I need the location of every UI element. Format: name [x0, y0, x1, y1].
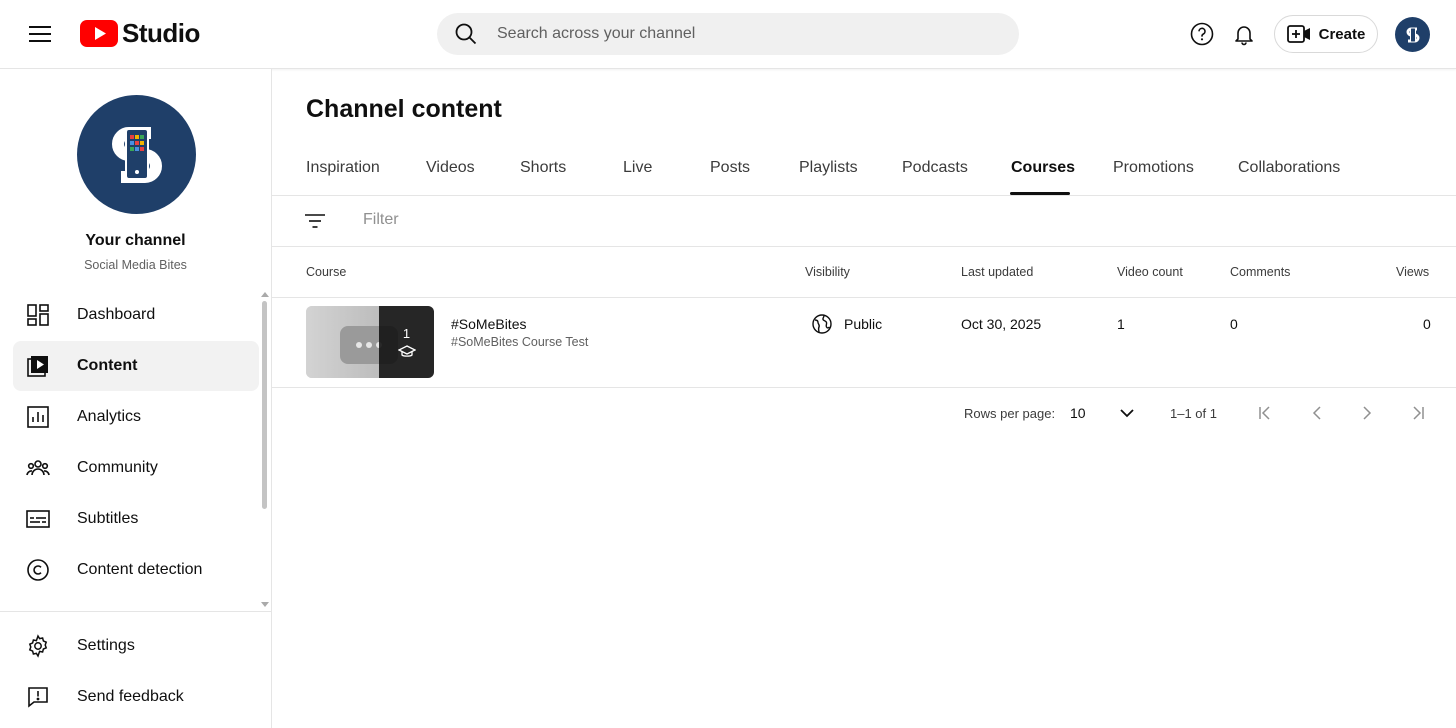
top-bar: Studio Create	[0, 0, 1456, 69]
visibility-cell[interactable]: Public	[812, 314, 882, 334]
youtube-logo-icon	[80, 20, 118, 47]
feedback-icon	[13, 686, 63, 708]
first-page-icon[interactable]	[1254, 402, 1276, 424]
course-description: #SoMeBites Course Test	[451, 335, 589, 349]
subtitles-icon	[13, 510, 63, 528]
tab-shorts[interactable]: Shorts	[520, 159, 566, 177]
main-content: Channel content Inspiration Videos Short…	[272, 69, 1456, 728]
channel-avatar[interactable]	[77, 95, 196, 214]
comments-cell: 0	[1230, 316, 1238, 332]
channel-title: Your channel	[85, 232, 186, 249]
tab-promotions[interactable]: Promotions	[1113, 159, 1194, 177]
column-header-video-count[interactable]: Video count	[1117, 265, 1183, 279]
create-label: Create	[1318, 25, 1366, 43]
gear-icon	[13, 634, 63, 658]
course-thumbnail[interactable]: 1	[306, 306, 434, 378]
course-video-count-overlay: 1	[379, 306, 434, 378]
copyright-icon	[13, 559, 63, 581]
pagination: Rows per page: 10 1–1 of 1	[272, 388, 1456, 438]
sidebar-item-settings[interactable]: Settings	[13, 621, 259, 671]
search-input[interactable]	[495, 24, 979, 44]
views-cell: 0	[1423, 316, 1431, 332]
overlay-count: 1	[402, 325, 411, 341]
graduation-cap-icon	[397, 344, 416, 357]
community-icon	[13, 458, 63, 478]
rows-per-page-label: Rows per page:	[964, 406, 1056, 421]
scroll-down-arrow[interactable]	[261, 602, 269, 607]
sidebar-scrollbar[interactable]	[262, 301, 267, 509]
column-header-comments[interactable]: Comments	[1230, 265, 1290, 279]
course-title[interactable]: #SoMeBites	[451, 316, 526, 332]
rows-per-page-value[interactable]: 10	[1070, 405, 1086, 421]
next-page-icon[interactable]	[1356, 402, 1378, 424]
column-header-last-updated[interactable]: Last updated	[961, 265, 1033, 279]
sidebar-item-label: Send feedback	[77, 688, 184, 705]
sidebar-item-send-feedback[interactable]: Send feedback	[13, 672, 259, 722]
notifications-bell-icon[interactable]	[1230, 20, 1258, 48]
analytics-icon	[13, 406, 63, 428]
sidebar: Your channel Social Media Bites Dashboar…	[0, 69, 272, 728]
globe-icon	[812, 314, 832, 334]
tab-courses[interactable]: Courses	[1011, 159, 1075, 177]
sidebar-item-content[interactable]: Content	[13, 341, 259, 391]
sidebar-item-subtitles[interactable]: Subtitles	[13, 494, 259, 544]
logo-text: Studio	[122, 18, 200, 48]
content-tabs: Inspiration Videos Shorts Live Posts Pla…	[272, 149, 1456, 196]
previous-page-icon[interactable]	[1306, 402, 1328, 424]
account-avatar[interactable]	[1395, 17, 1430, 52]
tab-playlists[interactable]: Playlists	[799, 159, 858, 177]
sidebar-item-dashboard[interactable]: Dashboard	[13, 290, 259, 340]
table-header: Course Visibility Last updated Video cou…	[272, 247, 1456, 298]
sidebar-item-label: Content detection	[77, 561, 203, 578]
last-page-icon[interactable]	[1407, 402, 1429, 424]
help-icon[interactable]	[1188, 20, 1216, 48]
column-header-visibility[interactable]: Visibility	[805, 265, 850, 279]
sidebar-item-label: Dashboard	[77, 306, 156, 323]
menu-icon[interactable]	[22, 16, 58, 52]
sidebar-item-label: Settings	[77, 637, 135, 654]
sidebar-item-label: Subtitles	[77, 510, 139, 527]
sidebar-item-label: Community	[77, 459, 158, 476]
studio-logo[interactable]: Studio	[80, 18, 200, 49]
content-icon	[13, 355, 63, 377]
page-title: Channel content	[306, 95, 502, 123]
table-row[interactable]: 1 #SoMeBites #SoMeBites Course Test Publ…	[272, 298, 1456, 388]
sidebar-item-analytics[interactable]: Analytics	[13, 392, 259, 442]
tab-videos[interactable]: Videos	[426, 159, 475, 177]
sidebar-item-label: Content	[77, 357, 138, 374]
sidebar-item-label: Analytics	[77, 408, 142, 425]
visibility-label: Public	[844, 316, 883, 332]
sidebar-item-community[interactable]: Community	[13, 443, 259, 493]
create-button[interactable]: Create	[1274, 15, 1378, 53]
column-header-views[interactable]: Views	[1396, 265, 1429, 279]
sidebar-divider	[0, 611, 271, 612]
filter-icon[interactable]	[304, 210, 326, 232]
pagination-range: 1–1 of 1	[1170, 406, 1217, 421]
tab-collaborations[interactable]: Collaborations	[1238, 159, 1340, 177]
search-icon	[437, 23, 495, 45]
create-video-icon	[1286, 25, 1310, 43]
search-bar[interactable]	[437, 13, 1019, 55]
sidebar-item-content-detection[interactable]: Content detection	[13, 545, 259, 595]
scroll-up-arrow[interactable]	[261, 292, 269, 297]
tab-inspiration[interactable]: Inspiration	[306, 159, 380, 177]
tab-podcasts[interactable]: Podcasts	[902, 159, 968, 177]
tab-live[interactable]: Live	[623, 159, 652, 177]
column-header-course[interactable]: Course	[306, 265, 346, 279]
video-count-cell: 1	[1117, 316, 1125, 332]
filter-input[interactable]	[361, 210, 765, 230]
last-updated-cell: Oct 30, 2025	[961, 316, 1042, 332]
chevron-down-icon[interactable]	[1118, 404, 1136, 425]
dashboard-icon	[13, 304, 63, 326]
filter-bar	[272, 196, 1456, 247]
tab-posts[interactable]: Posts	[710, 159, 750, 177]
channel-name: Social Media Bites	[84, 258, 187, 272]
active-tab-indicator	[1010, 192, 1070, 195]
